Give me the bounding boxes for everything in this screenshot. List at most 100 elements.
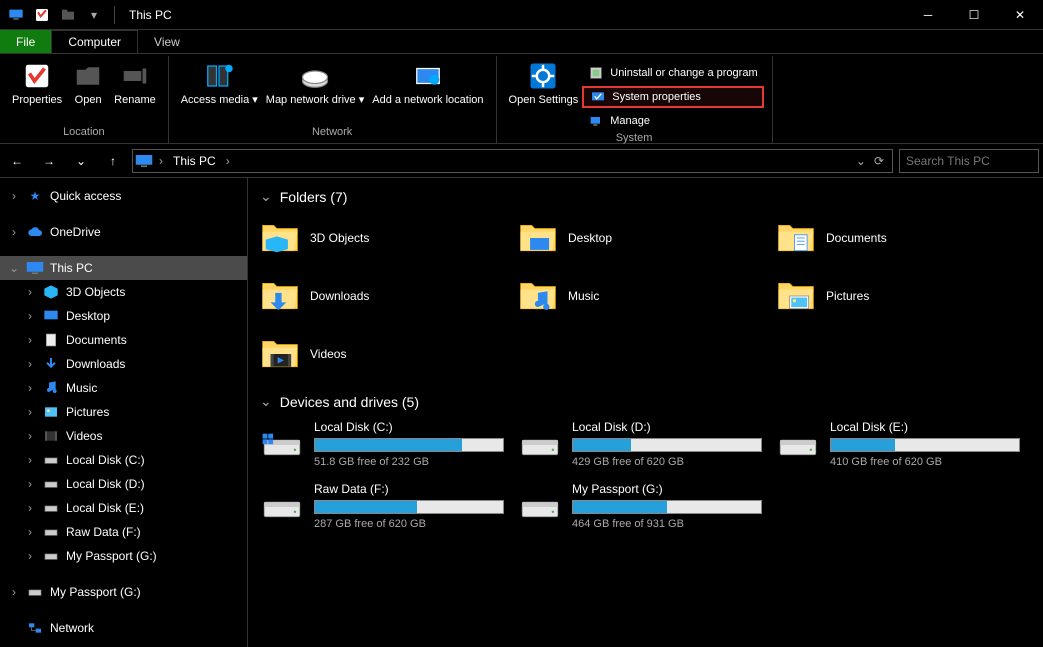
ribbon-group-location: Properties Open Rename Location — [0, 56, 169, 143]
breadcrumb-chevron-icon[interactable]: › — [224, 154, 232, 168]
map-drive-button[interactable]: Map network drive ▾ — [262, 58, 368, 126]
close-button[interactable]: ✕ — [997, 0, 1043, 30]
nav-downloads[interactable]: › Downloads — [0, 352, 247, 376]
refresh-button[interactable]: ⟳ — [874, 154, 884, 168]
chevron-right-icon[interactable]: › — [24, 453, 36, 467]
nav-tree[interactable]: › ★ Quick access › OneDrive ⌄ This PC › … — [0, 178, 248, 647]
uninstall-button[interactable]: Uninstall or change a program — [582, 62, 763, 84]
access-media-button[interactable]: Access media ▾ — [177, 58, 262, 126]
nav-local-d[interactable]: › Local Disk (D:) — [0, 472, 247, 496]
nav-documents[interactable]: › Documents — [0, 328, 247, 352]
tab-view[interactable]: View — [138, 30, 196, 53]
nav-this-pc[interactable]: ⌄ This PC — [0, 256, 247, 280]
add-location-button[interactable]: Add a network location — [368, 58, 487, 126]
breadcrumb-segment[interactable]: This PC — [169, 154, 220, 168]
nav-videos[interactable]: › Videos — [0, 424, 247, 448]
nav-pictures[interactable]: › Pictures — [0, 400, 247, 424]
nav-passport-g[interactable]: › My Passport (G:) — [0, 544, 247, 568]
folders-section-header[interactable]: ⌄ Folders (7) — [260, 188, 1031, 205]
manage-button[interactable]: Manage — [582, 110, 763, 132]
open-button[interactable]: Open — [66, 58, 110, 126]
chevron-right-icon[interactable]: › — [24, 285, 36, 299]
chevron-right-icon[interactable]: › — [24, 501, 36, 515]
tab-file[interactable]: File — [0, 30, 51, 53]
chevron-right-icon[interactable]: › — [24, 381, 36, 395]
drive-item[interactable]: Local Disk (C:) 51.8 GB free of 232 GB — [260, 420, 510, 468]
address-dropdown-icon[interactable]: ⌄ — [856, 154, 866, 168]
drive-item[interactable]: Raw Data (F:) 287 GB free of 620 GB — [260, 482, 510, 530]
chevron-down-icon[interactable]: ⌄ — [260, 393, 272, 410]
chevron-right-icon[interactable]: › — [8, 585, 20, 599]
chevron-right-icon[interactable]: › — [24, 525, 36, 539]
folder-3d-objects[interactable]: 3D Objects — [260, 215, 510, 261]
drive-free-text: 51.8 GB free of 232 GB — [314, 456, 510, 468]
chevron-right-icon[interactable]: › — [24, 549, 36, 563]
chevron-right-icon[interactable]: › — [24, 405, 36, 419]
drive-item[interactable]: My Passport (G:) 464 GB free of 931 GB — [518, 482, 768, 530]
qat-dropdown-icon[interactable]: ▾ — [84, 5, 104, 25]
drive-name: Local Disk (C:) — [314, 420, 510, 434]
folder-downloads[interactable]: Downloads — [260, 273, 510, 319]
breadcrumb-chevron-icon[interactable]: › — [157, 154, 165, 168]
nav-network[interactable]: Network — [0, 616, 247, 640]
chevron-right-icon[interactable]: › — [24, 333, 36, 347]
search-input[interactable] — [899, 149, 1039, 173]
minimize-button[interactable]: ─ — [905, 0, 951, 30]
chevron-down-icon[interactable]: ⌄ — [260, 188, 272, 205]
cloud-icon — [26, 223, 44, 241]
nav-onedrive[interactable]: › OneDrive — [0, 220, 247, 244]
nav-local-d-label: Local Disk (D:) — [66, 477, 145, 491]
nav-raw-f[interactable]: › Raw Data (F:) — [0, 520, 247, 544]
properties-qat-icon[interactable] — [32, 5, 52, 25]
chevron-right-icon[interactable]: › — [24, 309, 36, 323]
pictures-icon — [42, 403, 60, 421]
folder-videos[interactable]: Videos — [260, 331, 510, 377]
folder-3d-objects-icon — [260, 218, 300, 258]
chevron-right-icon[interactable]: › — [24, 477, 36, 491]
chevron-right-icon[interactable]: › — [8, 189, 20, 203]
documents-icon — [42, 331, 60, 349]
drive-free-text: 429 GB free of 620 GB — [572, 456, 768, 468]
folder-desktop[interactable]: Desktop — [518, 215, 768, 261]
nav-3d-objects[interactable]: › 3D Objects — [0, 280, 247, 304]
drive-item[interactable]: Local Disk (E:) 410 GB free of 620 GB — [776, 420, 1026, 468]
drive-usage-bar — [572, 500, 762, 514]
up-button[interactable]: ↑ — [100, 148, 126, 174]
breadcrumb[interactable]: › This PC › ⌄ ⟳ — [132, 149, 893, 173]
folder-documents[interactable]: Documents — [776, 215, 1026, 261]
rename-button[interactable]: Rename — [110, 58, 160, 126]
new-folder-qat-icon[interactable] — [58, 5, 78, 25]
recent-locations-button[interactable]: ⌄ — [68, 148, 94, 174]
drive-name: Local Disk (E:) — [830, 420, 1026, 434]
ribbon: Properties Open Rename Location — [0, 54, 1043, 144]
drive-item[interactable]: Local Disk (D:) 429 GB free of 620 GB — [518, 420, 768, 468]
back-button[interactable]: ← — [4, 148, 30, 174]
pc-icon — [26, 259, 44, 277]
nav-local-e[interactable]: › Local Disk (E:) — [0, 496, 247, 520]
nav-passport-g-external[interactable]: › My Passport (G:) — [0, 580, 247, 604]
nav-local-c[interactable]: › Local Disk (C:) — [0, 448, 247, 472]
folder-music[interactable]: Music — [518, 273, 768, 319]
system-properties-button[interactable]: System properties — [582, 86, 763, 108]
folder-videos-label: Videos — [310, 347, 346, 361]
drives-section-header[interactable]: ⌄ Devices and drives (5) — [260, 393, 1031, 410]
tab-computer[interactable]: Computer — [51, 30, 138, 53]
chevron-down-icon[interactable]: ⌄ — [8, 261, 20, 275]
content-pane[interactable]: ⌄ Folders (7) 3D Objects Desktop Documen… — [248, 178, 1043, 647]
network-icon — [26, 619, 44, 637]
properties-button[interactable]: Properties — [8, 58, 66, 126]
nav-desktop[interactable]: › Desktop — [0, 304, 247, 328]
open-settings-button[interactable]: Open Settings — [505, 58, 583, 126]
nav-music[interactable]: › Music — [0, 376, 247, 400]
chevron-right-icon[interactable]: › — [8, 225, 20, 239]
chevron-right-icon[interactable]: › — [24, 429, 36, 443]
chevron-right-icon[interactable]: › — [24, 357, 36, 371]
folder-pictures[interactable]: Pictures — [776, 273, 1026, 319]
maximize-button[interactable]: ☐ — [951, 0, 997, 30]
properties-icon — [21, 60, 53, 92]
nav-quick-access[interactable]: › ★ Quick access — [0, 184, 247, 208]
forward-button[interactable]: → — [36, 148, 62, 174]
cube-icon — [42, 283, 60, 301]
star-icon: ★ — [26, 187, 44, 205]
drive-icon — [42, 451, 60, 469]
